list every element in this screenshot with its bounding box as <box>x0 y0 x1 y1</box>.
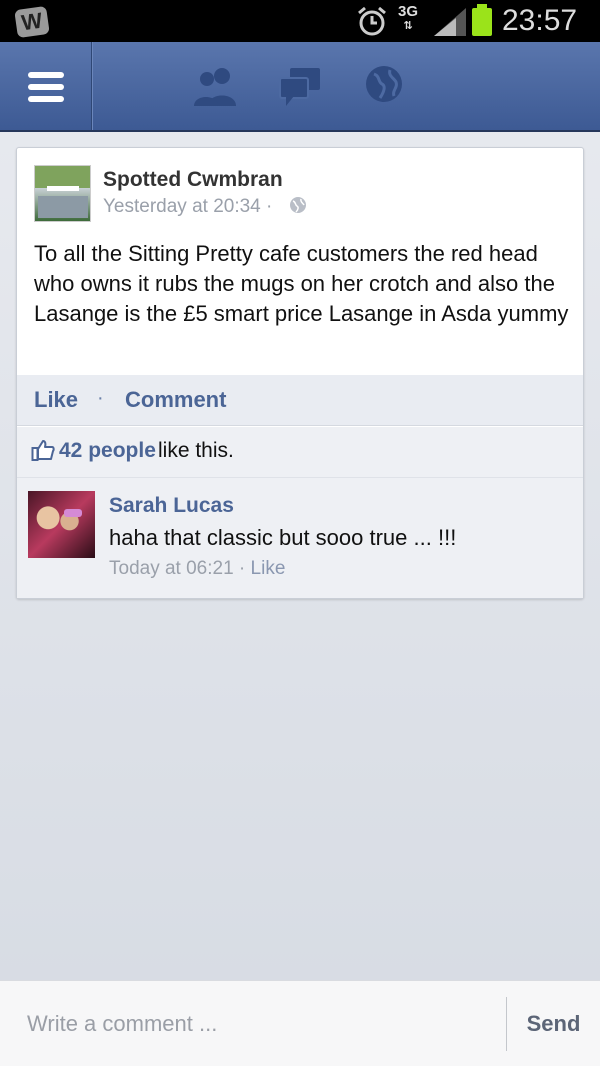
app-header <box>0 42 600 132</box>
post-card: Spotted Cwmbran Yesterday at 20:34 · To … <box>16 147 584 599</box>
menu-button[interactable] <box>0 42 92 130</box>
notifications-globe-icon[interactable] <box>364 64 404 104</box>
comment-item: Sarah Lucas haha that classic but sooo t… <box>17 477 583 598</box>
send-button[interactable]: Send <box>507 981 600 1066</box>
comment-button[interactable]: Comment <box>125 387 226 413</box>
comment-input[interactable] <box>12 995 492 1053</box>
post-action-bar: Like · Comment <box>17 375 583 426</box>
page-profile-picture[interactable] <box>34 165 91 222</box>
signal-icon <box>434 8 466 36</box>
likes-suffix: like this. <box>158 439 234 462</box>
avatar[interactable] <box>28 491 95 558</box>
comment-text: haha that classic but sooo true ... !!! <box>109 525 457 550</box>
like-button[interactable]: Like <box>34 387 78 413</box>
network-type: 3G ⇅ <box>398 3 419 32</box>
comment-timestamp: Today at 06:21 · <box>109 558 246 579</box>
friends-icon[interactable] <box>192 64 240 108</box>
comment-author-link[interactable]: Sarah Lucas <box>109 494 234 518</box>
messages-icon[interactable] <box>278 64 322 108</box>
page-name-link[interactable]: Spotted Cwmbran <box>103 168 283 192</box>
comment-composer: Send <box>0 980 600 1066</box>
status-bar: W 3G ⇅ 23:57 <box>0 0 600 42</box>
globe-icon <box>290 197 306 213</box>
likes-summary: 42 people like this. <box>17 427 583 477</box>
comment-meta: Today at 06:21 · Like <box>109 558 285 580</box>
post-timestamp[interactable]: Yesterday at 20:34 · <box>103 196 272 218</box>
thumbs-up-icon <box>31 440 55 461</box>
battery-icon <box>472 4 492 36</box>
alarm-icon <box>358 6 386 36</box>
app-notification-icon: W <box>14 5 50 39</box>
action-separator: · <box>97 387 104 409</box>
post-text: To all the Sitting Pretty cafe customers… <box>34 241 569 326</box>
comment-like-button[interactable]: Like <box>251 558 286 579</box>
likes-count-link[interactable]: 42 people <box>59 439 156 463</box>
clock: 23:57 <box>502 4 578 37</box>
